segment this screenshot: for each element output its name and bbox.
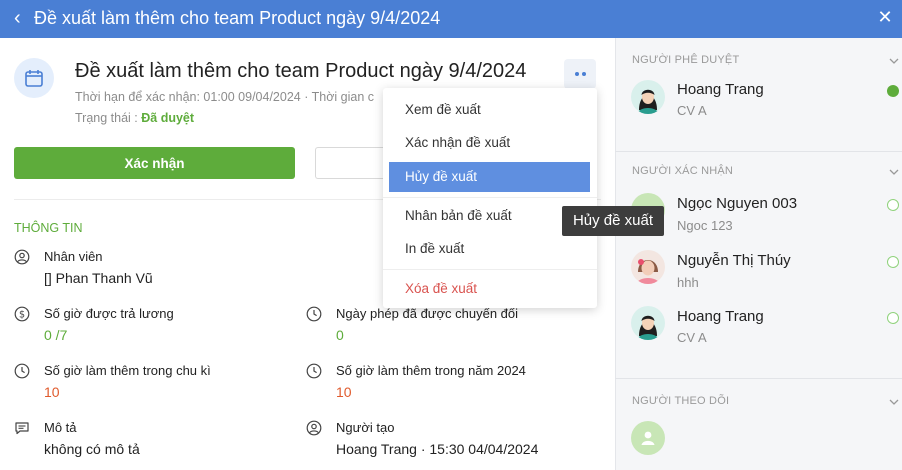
paid-hours-label: Số giờ được trả lương (44, 306, 174, 321)
menu-item-print[interactable]: In đề xuất (389, 234, 590, 264)
description-label: Mô tả (44, 420, 77, 435)
creator-value: Hoang Trang · 15:30 04/04/2024 (336, 441, 539, 457)
paid-hours-value: 0 /7 (44, 327, 68, 343)
converted-leave-value: 0 (336, 327, 344, 343)
confirmer-role: Ngoc 123 (677, 218, 733, 233)
confirmer-name: Hoang Trang (677, 308, 764, 325)
tooltip: Hủy đề xuất (562, 206, 664, 236)
chevron-down-icon[interactable] (888, 397, 900, 407)
employee-value: [] Phan Thanh Vũ (44, 270, 153, 286)
clock-icon (14, 363, 30, 379)
status-dot (887, 85, 899, 97)
menu-item-cancel[interactable]: Hủy đề xuất (389, 162, 590, 192)
menu-item-delete[interactable]: Xóa đề xuất (389, 274, 590, 304)
top-bar: ‹ Đề xuất làm thêm cho team Product ngày… (0, 0, 902, 38)
clock-icon (306, 363, 322, 379)
chevron-down-icon[interactable] (888, 56, 900, 66)
confirmer-name: Ngọc Nguyen 003 (677, 195, 798, 212)
year-overtime-value: 10 (336, 384, 352, 400)
status-dot (887, 256, 899, 268)
status-badge: Đã duyệt (141, 111, 195, 125)
calendar-icon (14, 58, 54, 98)
window-title: Đề xuất làm thêm cho team Product ngày 9… (34, 8, 441, 28)
cycle-overtime-value: 10 (44, 384, 60, 400)
user-icon (306, 420, 322, 436)
menu-item-view[interactable]: Xem đề xuất (389, 95, 590, 125)
menu-item-confirm[interactable]: Xác nhận đề xuất (389, 128, 590, 158)
menu-item-duplicate[interactable]: Nhân bản đề xuất (389, 201, 590, 231)
dot-icon (574, 72, 579, 76)
info-section-title: THÔNG TIN (14, 221, 83, 235)
add-follower-button[interactable] (631, 421, 665, 455)
comment-icon (15, 422, 29, 435)
user-icon (14, 249, 30, 265)
chevron-left-icon[interactable]: ‹ (14, 5, 21, 31)
confirmers-section-title: NGƯỜI XÁC NHẬN (632, 165, 734, 177)
status-dot (887, 199, 899, 211)
creator-label: Người tạo (336, 420, 395, 435)
menu-divider (383, 269, 597, 270)
more-options-button[interactable] (564, 59, 596, 89)
sidebar-divider (615, 151, 902, 152)
status-line: Trạng thái : Đã duyệt (75, 111, 194, 125)
approvers-section-title: NGƯỜI PHÊ DUYỆT (632, 54, 740, 66)
chevron-down-icon[interactable] (888, 167, 900, 177)
avatar (631, 306, 665, 340)
year-overtime-label: Số giờ làm thêm trong năm 2024 (336, 363, 526, 378)
user-icon (641, 431, 655, 445)
svg-text:$: $ (19, 310, 25, 321)
approver-name: Hoang Trang (677, 81, 764, 98)
employee-label: Nhân viên (44, 249, 103, 264)
sidebar-divider (615, 378, 902, 379)
converted-leave-label: Ngày phép đã được chuyển đổi (336, 306, 519, 321)
description-value: không có mô tả (44, 441, 140, 457)
avatar (631, 250, 665, 284)
clock-icon (306, 306, 322, 322)
dollar-icon: $ (14, 306, 30, 322)
status-label: Trạng thái : (75, 111, 138, 125)
approver-role: CV A (677, 103, 707, 118)
confirmer-role: hhh (677, 275, 699, 290)
confirm-button[interactable]: Xác nhận (14, 147, 295, 179)
more-options-menu: Xem đề xuất Xác nhận đề xuất Hủy đề xuất… (383, 88, 597, 308)
cycle-overtime-label: Số giờ làm thêm trong chu kì (44, 363, 211, 378)
confirmer-role: CV A (677, 330, 707, 345)
followers-section-title: NGƯỜI THEO DÕI (632, 395, 730, 407)
page-title: Đề xuất làm thêm cho team Product ngày 9… (75, 60, 527, 82)
status-dot (887, 312, 899, 324)
confirmer-name: Nguyễn Thị Thúy (677, 252, 791, 269)
menu-divider (383, 197, 597, 198)
close-icon[interactable]: ✕ (874, 4, 896, 30)
dot-icon (581, 72, 586, 76)
request-deadline: Thời hạn để xác nhận: 01:00 09/04/2024 ·… (75, 90, 375, 104)
avatar (631, 80, 665, 114)
